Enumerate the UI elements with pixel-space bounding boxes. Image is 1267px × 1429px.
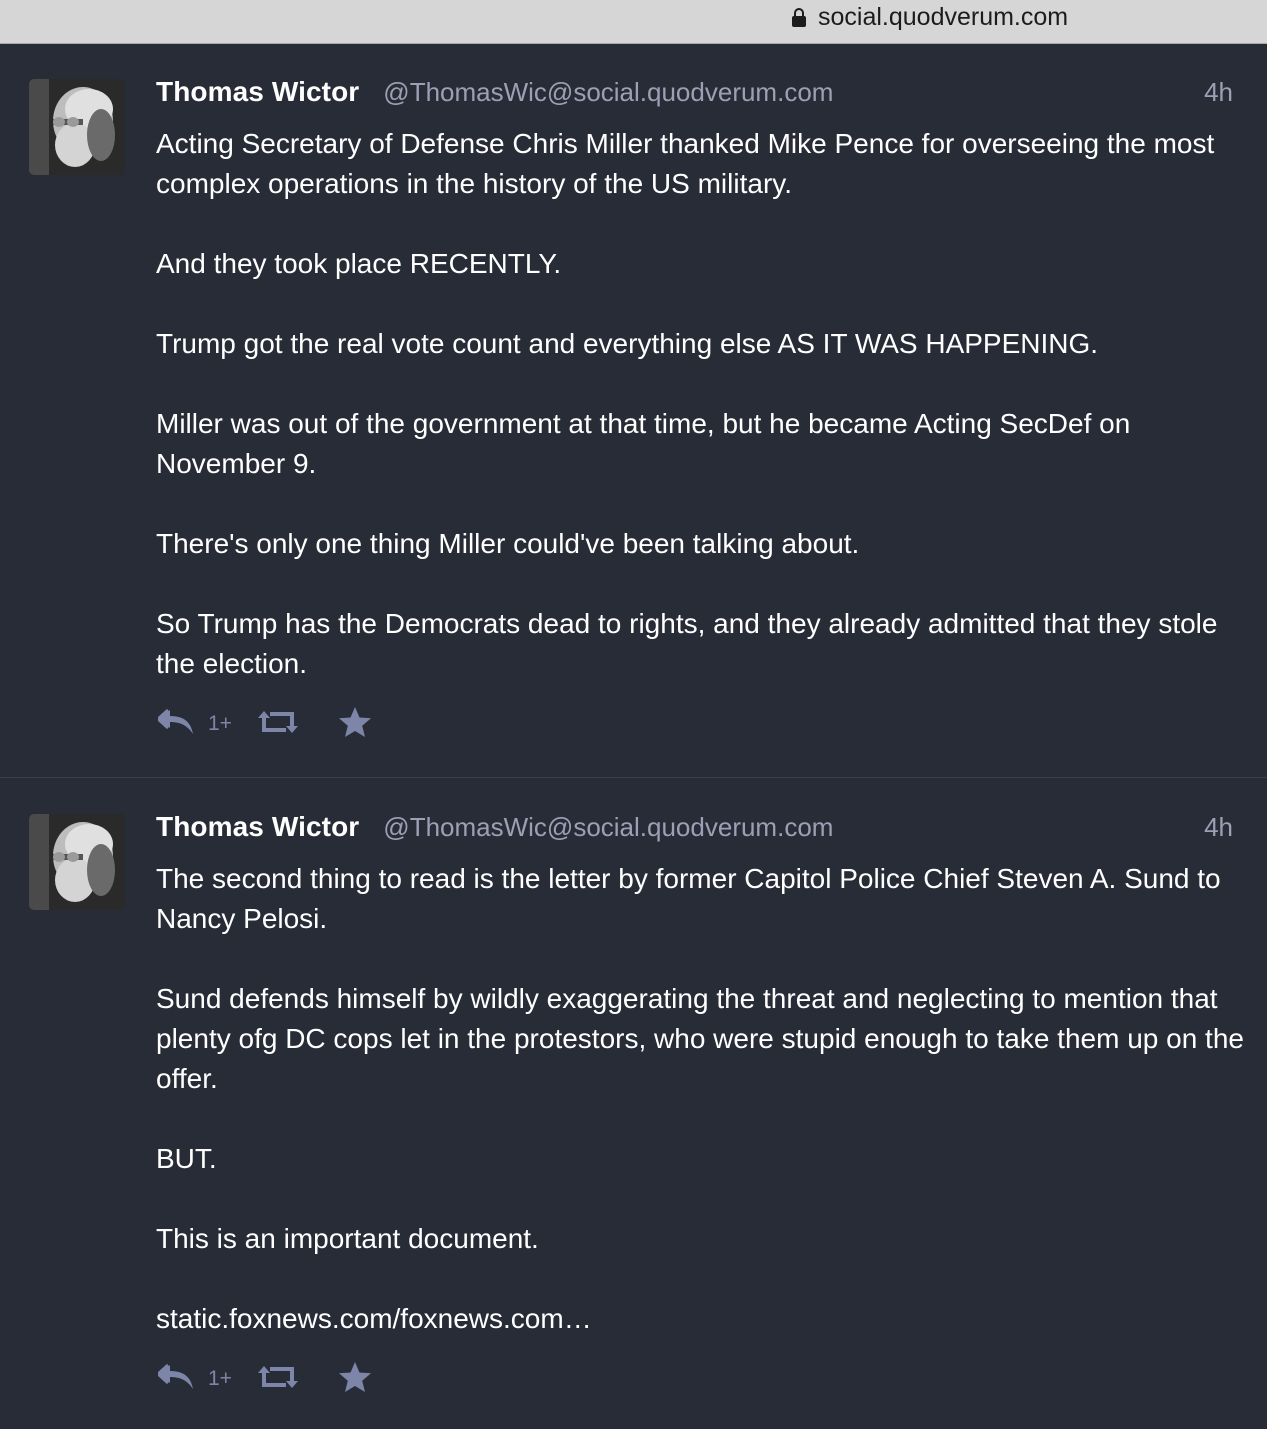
- timestamp[interactable]: 4h: [1204, 812, 1233, 843]
- boost-button[interactable]: [257, 1363, 298, 1396]
- status-paragraph: Miller was out of the government at that…: [156, 408, 1131, 479]
- reply-button[interactable]: 1+: [155, 1362, 232, 1397]
- status-paragraph: This is an important document.: [156, 1223, 539, 1254]
- timestamp[interactable]: 4h: [1204, 77, 1233, 108]
- status-paragraph: Sund defends himself by wildly exaggerat…: [156, 983, 1244, 1094]
- status-paragraph: Trump got the real vote count and everyt…: [156, 328, 1099, 359]
- lock-icon: [792, 7, 806, 27]
- avatar[interactable]: [29, 79, 125, 175]
- status-paragraph: The second thing to read is the letter b…: [156, 863, 1221, 934]
- url-display[interactable]: social.quodverum.com: [792, 2, 1068, 32]
- status-content: Acting Secretary of Defense Chris Miller…: [156, 124, 1246, 684]
- reply-button[interactable]: 1+: [155, 707, 232, 742]
- status-actions: 1+: [155, 704, 372, 744]
- favourite-button[interactable]: [338, 706, 372, 743]
- status-paragraph: BUT.: [156, 1143, 217, 1174]
- star-icon: [338, 1361, 372, 1398]
- account-handle[interactable]: @ThomasWic@social.quodverum.com: [383, 812, 833, 843]
- status-paragraph: So Trump has the Democrats dead to right…: [156, 608, 1218, 679]
- display-name[interactable]: Thomas Wictor: [156, 76, 359, 108]
- status-content: The second thing to read is the letter b…: [156, 859, 1246, 1339]
- account-handle[interactable]: @ThomasWic@social.quodverum.com: [383, 77, 833, 108]
- url-text: social.quodverum.com: [818, 2, 1069, 31]
- status-item[interactable]: Thomas Wictor @ThomasWic@social.quodveru…: [0, 779, 1267, 1429]
- retweet-icon: [257, 1363, 298, 1396]
- reply-all-icon: [155, 1362, 196, 1397]
- status-paragraph: There's only one thing Miller could've b…: [156, 528, 860, 559]
- browser-address-bar[interactable]: social.quodverum.com: [0, 0, 1267, 44]
- status-paragraph: Acting Secretary of Defense Chris Miller…: [156, 128, 1215, 199]
- status-actions: 1+: [155, 1359, 372, 1399]
- retweet-icon: [257, 708, 298, 741]
- favourite-button[interactable]: [338, 1361, 372, 1398]
- star-icon: [338, 706, 372, 743]
- boost-button[interactable]: [257, 708, 298, 741]
- reply-all-icon: [155, 707, 196, 742]
- reply-count: 1+: [208, 712, 232, 735]
- avatar[interactable]: [29, 814, 125, 910]
- display-name[interactable]: Thomas Wictor: [156, 811, 359, 843]
- status-item[interactable]: Thomas Wictor @ThomasWic@social.quodveru…: [0, 44, 1267, 778]
- status-link[interactable]: static.foxnews.com/foxnews.com…: [156, 1303, 592, 1334]
- reply-count: 1+: [208, 1367, 232, 1390]
- status-paragraph: And they took place RECENTLY.: [156, 248, 562, 279]
